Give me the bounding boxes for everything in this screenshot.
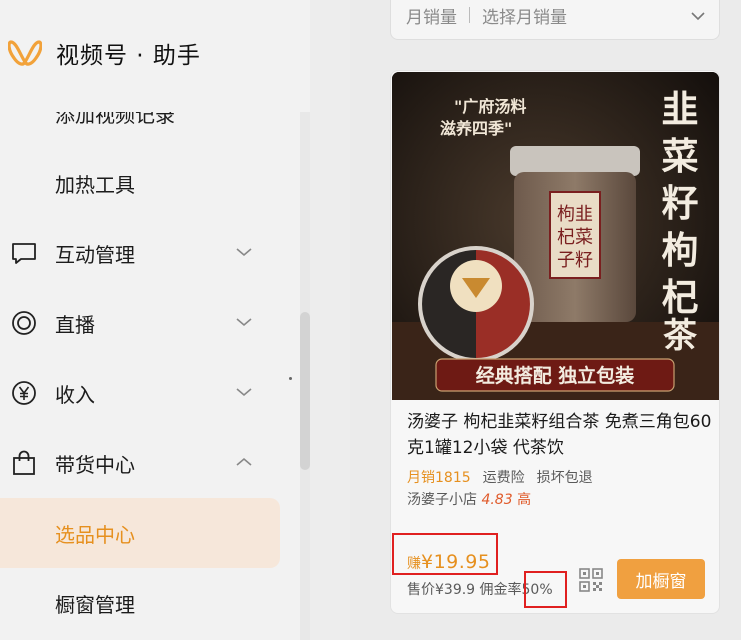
tag-damage-refund: 损坏包退 [536, 470, 593, 486]
svg-text:杞: 杞 [662, 275, 699, 319]
svg-text:韭: 韭 [662, 87, 699, 131]
product-title[interactable]: 汤婆子 枸杞韭菜籽组合茶 免煮三角包60克1罐12小袋 代茶饮 [407, 409, 712, 461]
sidebar-item-sales-center[interactable]: 带货中心 [0, 428, 300, 498]
sidebar-item-heating-tools[interactable]: 加热工具 [0, 148, 300, 218]
sidebar-item-label: 添加视频记录 [55, 112, 175, 127]
sidebar-item-label: 互动管理 [55, 242, 135, 267]
earn-highlight-box [392, 533, 498, 575]
jar-label-line3: 子籽 [557, 250, 593, 271]
sidebar-item-interaction[interactable]: 互动管理 [0, 218, 300, 288]
monthly-sales-filter[interactable]: 月销量 选择月销量 [390, 0, 720, 40]
jar-label-line1: 枸韭 [557, 204, 593, 225]
sidebar-scrollbar-thumb[interactable] [300, 312, 310, 470]
sidebar-item-product-selection[interactable]: 选品中心 [0, 498, 300, 568]
svg-text:枸: 枸 [662, 228, 699, 272]
commission-highlight-box [524, 571, 567, 608]
svg-text:菜: 菜 [662, 134, 699, 178]
svg-text:茶: 茶 [663, 316, 698, 356]
sidebar-item-label: 加热工具 [55, 172, 135, 197]
slogan-line1: "广府汤料 [454, 97, 526, 116]
sidebar-item-label: 直播 [55, 312, 95, 337]
chevron-up-icon[interactable] [234, 452, 254, 472]
shop-rating-label: 高 [517, 492, 532, 508]
chevron-down-icon[interactable] [234, 312, 254, 332]
image-banner: 经典搭配 独立包装 [476, 364, 635, 387]
vertical-title: 韭 菜 籽 枸 杞 茶 [662, 87, 699, 356]
brand[interactable]: 视频号 · 助手 [8, 32, 201, 74]
sidebar-item-label: 收入 [55, 382, 95, 407]
filter-placeholder: 选择月销量 [482, 7, 567, 28]
shop-info[interactable]: 汤婆子小店 4.83 高 [407, 489, 531, 509]
filter-label: 月销量 [406, 7, 457, 28]
svg-text:籽: 籽 [662, 181, 699, 225]
sidebar-item-showcase[interactable]: 橱窗管理 [0, 568, 300, 638]
chevron-down-icon[interactable] [234, 242, 254, 262]
sidebar-item-partial[interactable]: 添加视频记录 [0, 112, 300, 148]
shop-name: 汤婆子小店 [407, 492, 477, 508]
live-circle-icon [10, 309, 38, 337]
add-to-showcase-button[interactable]: 加橱窗 [617, 559, 705, 599]
sidebar-item-label: 带货中心 [55, 452, 135, 477]
filter-divider [469, 7, 470, 23]
brand-title: 视频号 · 助手 [56, 43, 201, 69]
active-highlight [0, 498, 280, 568]
chat-icon [10, 239, 38, 267]
qr-code-icon[interactable] [578, 567, 604, 593]
sidebar-item-label: 选品中心 [55, 522, 135, 547]
slogan-line2: 滋养四季" [440, 119, 512, 138]
sidebar-item-label: 橱窗管理 [55, 592, 135, 617]
sidebar-menu: 添加视频记录 加热工具 互动管理 直播 收入 带货中心 选品中心 橱窗管理 [0, 112, 300, 640]
yen-icon [10, 379, 38, 407]
monthly-sales: 月销1815 [407, 470, 471, 486]
tag-shipping-insurance: 运费险 [482, 470, 525, 486]
cursor-dot [289, 377, 292, 380]
product-meta: 月销1815 运费险 损坏包退 [407, 467, 593, 487]
chevron-down-icon[interactable] [234, 382, 254, 402]
jar-label-line2: 杞菜 [557, 227, 593, 248]
sidebar-item-live[interactable]: 直播 [0, 288, 300, 358]
chevron-down-icon[interactable] [689, 7, 707, 25]
sidebar: 视频号 · 助手 添加视频记录 加热工具 互动管理 直播 收入 带货中心 选品中… [0, 0, 310, 640]
shop-rating: 4.83 [481, 492, 513, 508]
channels-logo-icon [8, 40, 42, 66]
sidebar-item-income[interactable]: 收入 [0, 358, 300, 428]
shopping-bag-icon [10, 449, 38, 477]
product-image[interactable]: 枸韭 杞菜 子籽 "广府汤料 滋养四季" 韭 菜 籽 枸 杞 茶 经典搭配 独立… [392, 72, 719, 400]
